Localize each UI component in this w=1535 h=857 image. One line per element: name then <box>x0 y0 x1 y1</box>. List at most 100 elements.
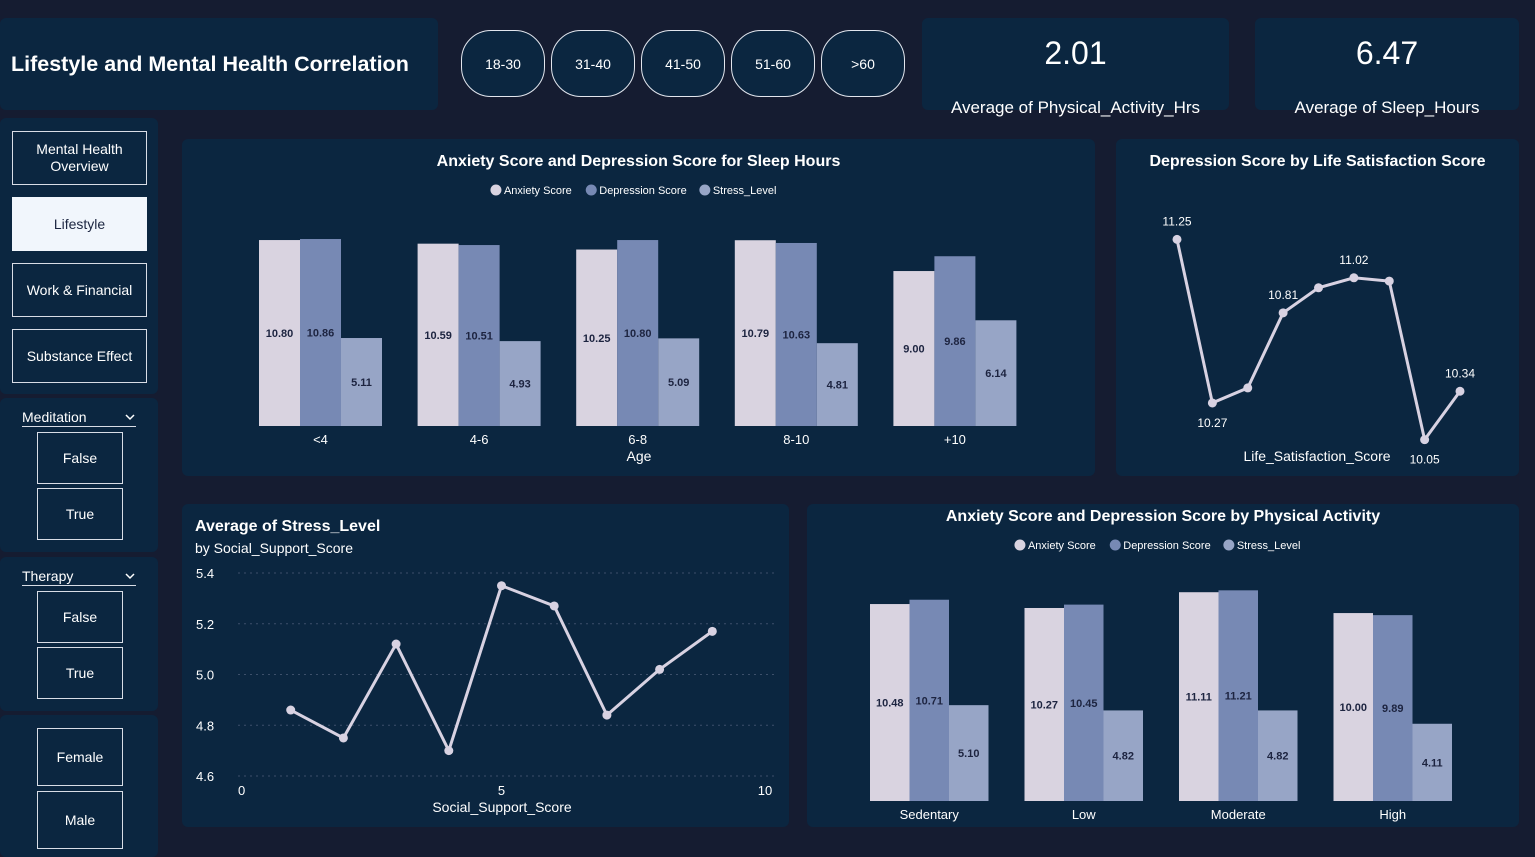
sleep-hours-bar-chart: Anxiety Score Depression Score Stress_Leve… <box>259 184 1017 464</box>
data-label: 10.34 <box>1445 366 1475 380</box>
y-tick-label: 4.8 <box>196 718 214 733</box>
therapy-slicer-title: Therapy <box>22 568 74 584</box>
data-label: 4.93 <box>509 379 530 391</box>
gender-slicer: Female Male <box>0 715 158 857</box>
data-label: 5.10 <box>958 748 979 760</box>
meditation-option-true[interactable]: True <box>37 488 123 540</box>
sleep-hours-chart-panel: Anxiety Score and Depression Score for S… <box>182 139 1095 476</box>
data-point <box>1384 276 1394 286</box>
legend-label: Depression Score <box>599 185 686 197</box>
data-point <box>655 664 665 674</box>
data-label: 11.25 <box>1162 214 1191 228</box>
y-tick-label: 5.4 <box>196 566 214 581</box>
data-label: 4.11 <box>1422 757 1443 769</box>
therapy-slicer-header[interactable]: Therapy <box>22 568 136 586</box>
gender-option-female[interactable]: Female <box>37 728 123 786</box>
nav-mental-health-overview[interactable]: Mental Health Overview <box>12 131 147 185</box>
data-point <box>286 705 296 715</box>
chevron-down-icon <box>125 573 135 580</box>
data-label: 10.27 <box>1197 416 1227 430</box>
x-tick-label: High <box>1379 807 1406 822</box>
data-label: 10.59 <box>424 330 452 342</box>
data-label: 9.00 <box>903 344 924 356</box>
legend-label: Stress_Level <box>713 185 777 197</box>
x-tick-label: 4-6 <box>470 432 489 447</box>
data-label: 5.09 <box>668 377 689 389</box>
nav-lifestyle[interactable]: Lifestyle <box>12 197 147 251</box>
age-filter-41-50[interactable]: 41-50 <box>641 30 725 97</box>
data-label: 11.02 <box>1339 253 1368 267</box>
nav-work-financial[interactable]: Work & Financial <box>12 263 147 317</box>
legend-marker <box>1109 539 1121 551</box>
data-label: 10.05 <box>1410 453 1440 467</box>
x-tick-label: Sedentary <box>900 807 960 822</box>
data-point <box>1314 283 1323 293</box>
life-satisfaction-chart-panel: Depression Score by Life Satisfaction Sc… <box>1116 139 1519 476</box>
physical-activity-chart-panel: Anxiety Score and Depression Score by Ph… <box>807 504 1519 827</box>
data-label: 10.27 <box>1030 699 1058 711</box>
x-axis-title: Life_Satisfaction_Score <box>1243 448 1390 464</box>
x-tick-label: 5 <box>498 783 505 798</box>
data-label: 10.86 <box>307 328 335 340</box>
series-line <box>289 583 714 755</box>
x-tick-label: 0 <box>238 783 245 798</box>
legend-marker <box>699 184 711 196</box>
legend-marker <box>490 184 502 196</box>
data-point <box>1207 398 1217 408</box>
age-filter-18-30[interactable]: 18-30 <box>461 30 545 97</box>
data-point <box>602 710 612 720</box>
data-point <box>1455 386 1465 396</box>
y-tick-label: 5.0 <box>196 668 214 683</box>
title-card: Lifestyle and Mental Health Correlation <box>0 18 438 110</box>
data-label: 10.80 <box>624 328 652 340</box>
y-tick-label: 5.2 <box>196 617 214 632</box>
y-tick-label: 4.6 <box>196 769 214 784</box>
meditation-slicer-header[interactable]: Meditation <box>22 409 136 427</box>
data-label: 9.89 <box>1382 703 1403 715</box>
series-line <box>1175 239 1462 444</box>
data-label: 10.63 <box>783 329 811 341</box>
data-label: 4.82 <box>1113 751 1134 763</box>
data-label: 10.71 <box>915 695 943 707</box>
data-label: 10.80 <box>266 328 294 340</box>
x-tick-label: Moderate <box>1211 807 1266 822</box>
data-label: 10.81 <box>1268 288 1298 302</box>
x-tick-label: 10 <box>758 783 772 798</box>
data-point <box>1420 435 1430 445</box>
data-point <box>1172 234 1182 244</box>
age-filter-over-60[interactable]: >60 <box>821 30 905 97</box>
therapy-option-true[interactable]: True <box>37 647 123 699</box>
data-label: 10.48 <box>876 698 904 710</box>
therapy-option-false[interactable]: False <box>37 591 123 643</box>
age-filter-31-40[interactable]: 31-40 <box>551 30 635 97</box>
data-point <box>444 746 454 756</box>
x-tick-label: 8-10 <box>783 432 809 447</box>
legend-marker <box>585 184 597 196</box>
nav-substance-effect[interactable]: Substance Effect <box>12 329 147 383</box>
therapy-slicer: Therapy False True <box>0 557 158 711</box>
data-label: 10.79 <box>742 328 770 340</box>
x-axis-title: Social_Support_Score <box>432 799 572 815</box>
social-support-line-chart: 4.6 4.8 5.0 5.2 5.4 0 5 10 Social_Support_Score <box>196 566 776 815</box>
legend-label: Stress_Level <box>1237 540 1301 552</box>
meditation-slicer-title: Meditation <box>22 409 87 425</box>
data-point <box>1349 273 1359 283</box>
data-label: 11.11 <box>1186 692 1212 704</box>
age-filter-51-60[interactable]: 51-60 <box>731 30 815 97</box>
data-label: 4.82 <box>1267 751 1288 763</box>
legend-label: Anxiety Score <box>504 185 572 197</box>
gender-option-male[interactable]: Male <box>37 791 123 849</box>
data-label: 9.86 <box>944 336 965 348</box>
x-tick-label: <4 <box>313 432 328 447</box>
meditation-option-false[interactable]: False <box>37 432 123 484</box>
social-support-chart-panel: Average of Stress_Level by Social_Suppor… <box>182 504 789 827</box>
meditation-slicer: Meditation False True <box>0 398 158 552</box>
data-label: 10.45 <box>1070 698 1098 710</box>
life-satisfaction-line-chart: 11.25 10.27 10.81 11.02 10.05 10.34 Life_Satis… <box>1162 214 1475 467</box>
data-label: 11.21 <box>1225 691 1252 703</box>
kpi-label: Average of Sleep_Hours <box>1294 98 1480 117</box>
data-label: 6.14 <box>985 368 1007 380</box>
kpi-card-physical-activity: 2.01 Average of Physical_Activity_Hrs <box>922 18 1229 117</box>
kpi-card-sleep-hours: 6.47 Average of Sleep_Hours <box>1255 18 1519 117</box>
data-label: 5.11 <box>351 377 372 389</box>
